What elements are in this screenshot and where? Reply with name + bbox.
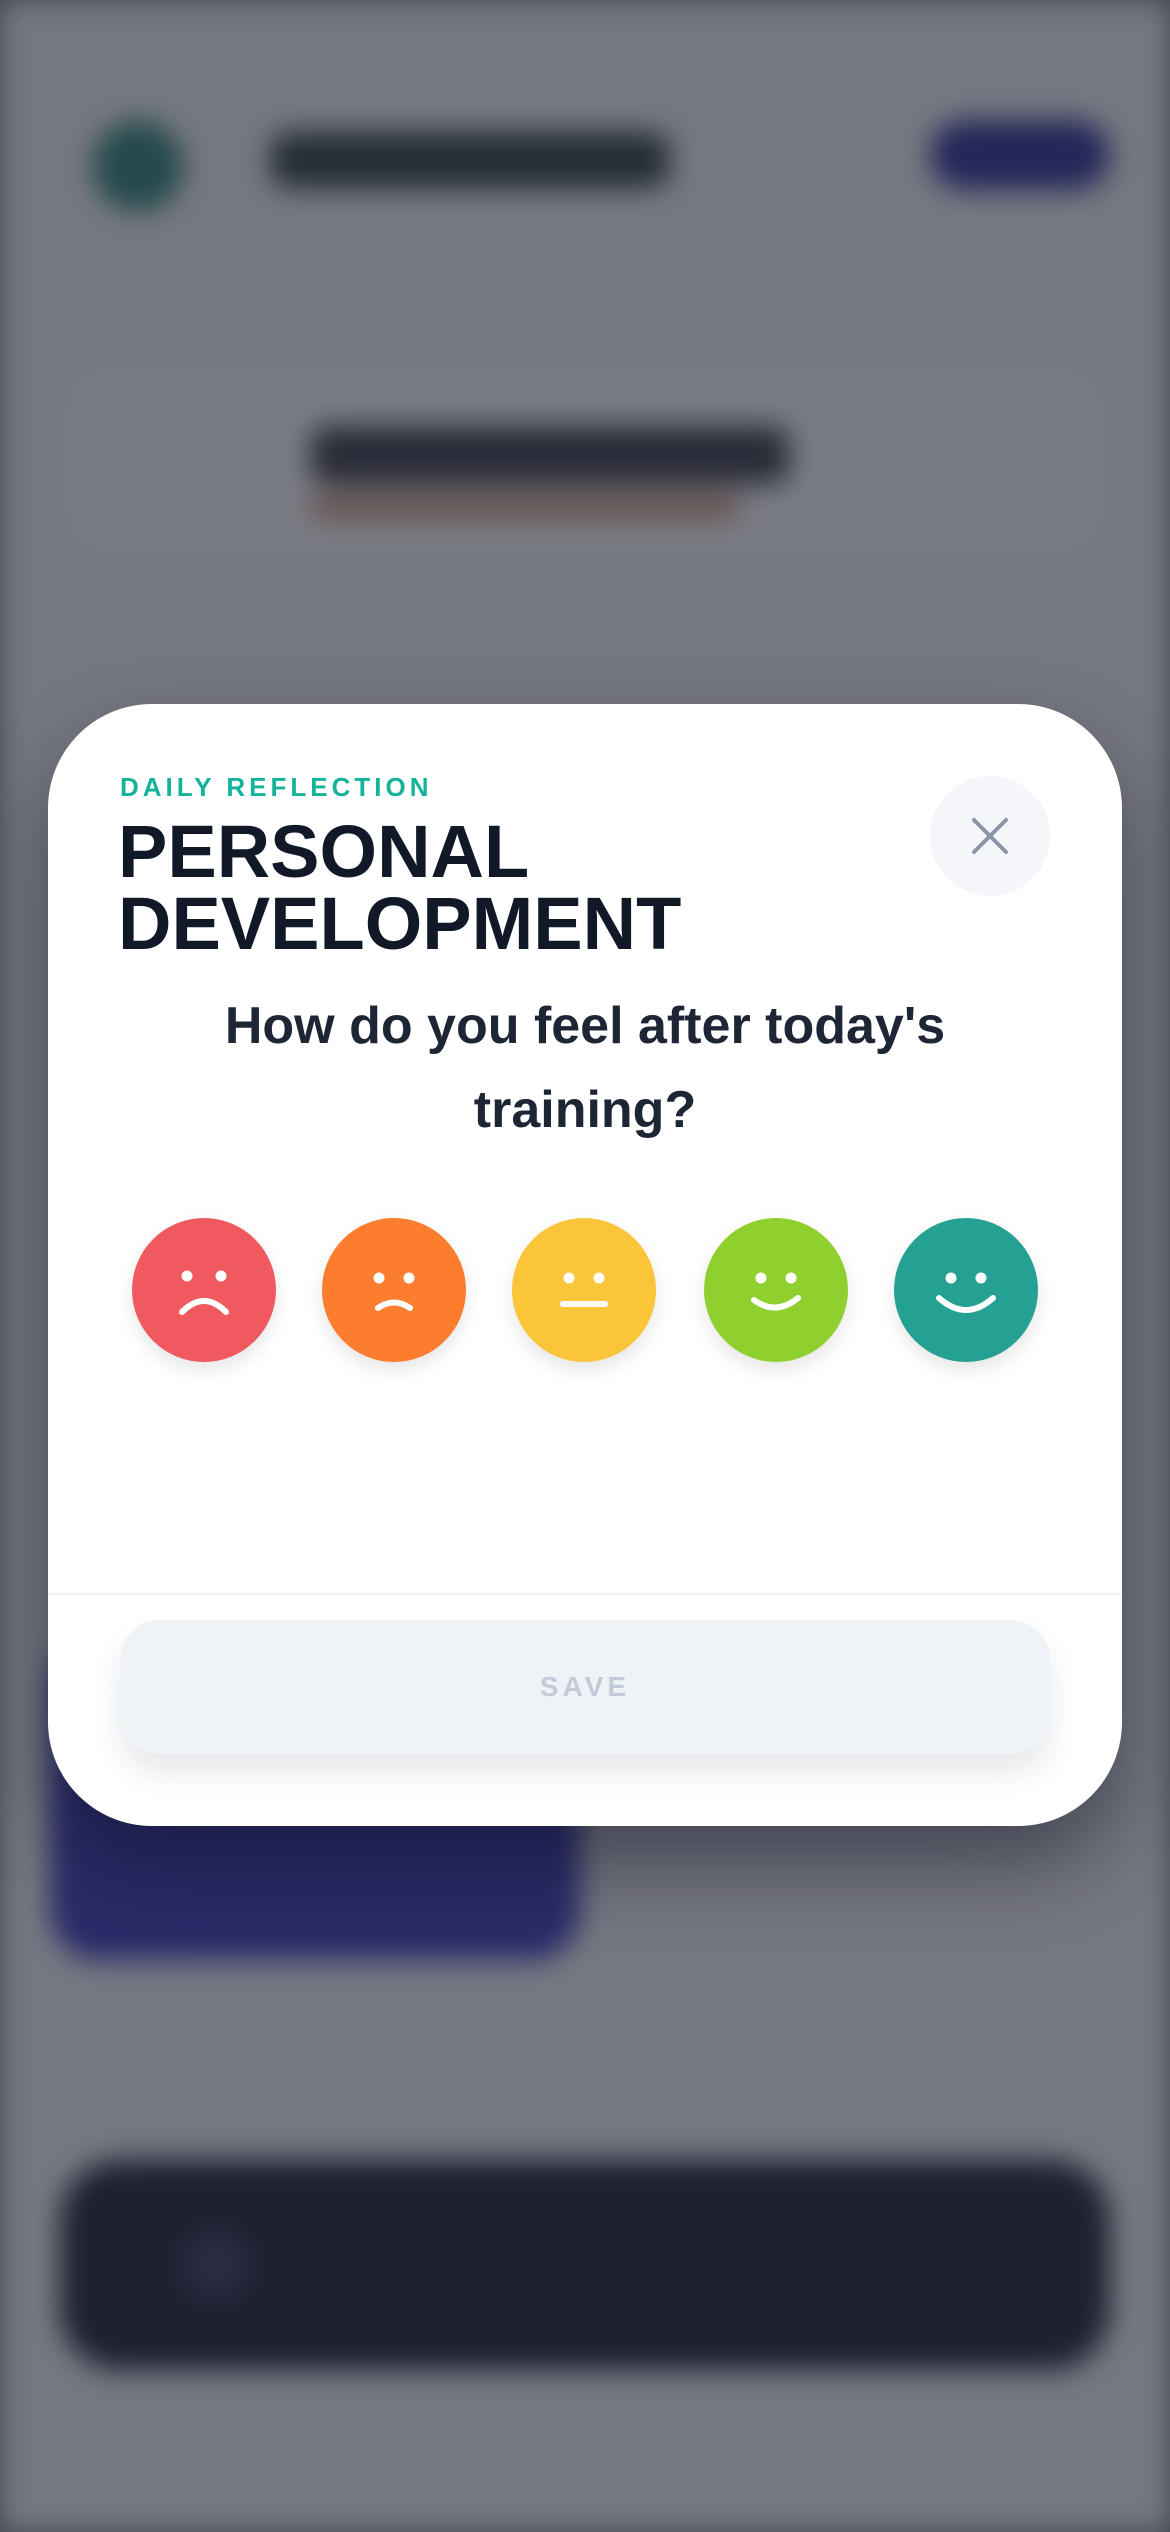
neutral-face-icon (560, 1272, 608, 1307)
modal-eyebrow: DAILY REFLECTION (120, 772, 433, 802)
happy-face-icon (751, 1272, 801, 1311)
mood-option-very-happy[interactable] (894, 1218, 1038, 1362)
close-icon (972, 818, 1008, 854)
mood-selector (132, 1218, 1038, 1364)
modal-title: PERSONAL DEVELOPMENT (118, 810, 682, 965)
mood-option-sad[interactable] (322, 1218, 466, 1362)
mood-question: How do you feel after today's training? (224, 997, 946, 1139)
sad-face-icon (373, 1272, 415, 1311)
reflection-modal: DAILY REFLECTION PERSONAL DEVELOPMENT Ho… (48, 704, 1122, 1826)
mood-option-happy[interactable] (704, 1218, 848, 1362)
very-sad-face-icon (179, 1270, 229, 1315)
very-happy-face-icon (936, 1272, 996, 1313)
close-button[interactable] (930, 776, 1050, 896)
mood-option-very-sad[interactable] (132, 1218, 276, 1362)
mood-option-neutral[interactable] (512, 1218, 656, 1362)
footer-divider (48, 1593, 1122, 1595)
save-button[interactable]: SAVE (120, 1620, 1050, 1754)
